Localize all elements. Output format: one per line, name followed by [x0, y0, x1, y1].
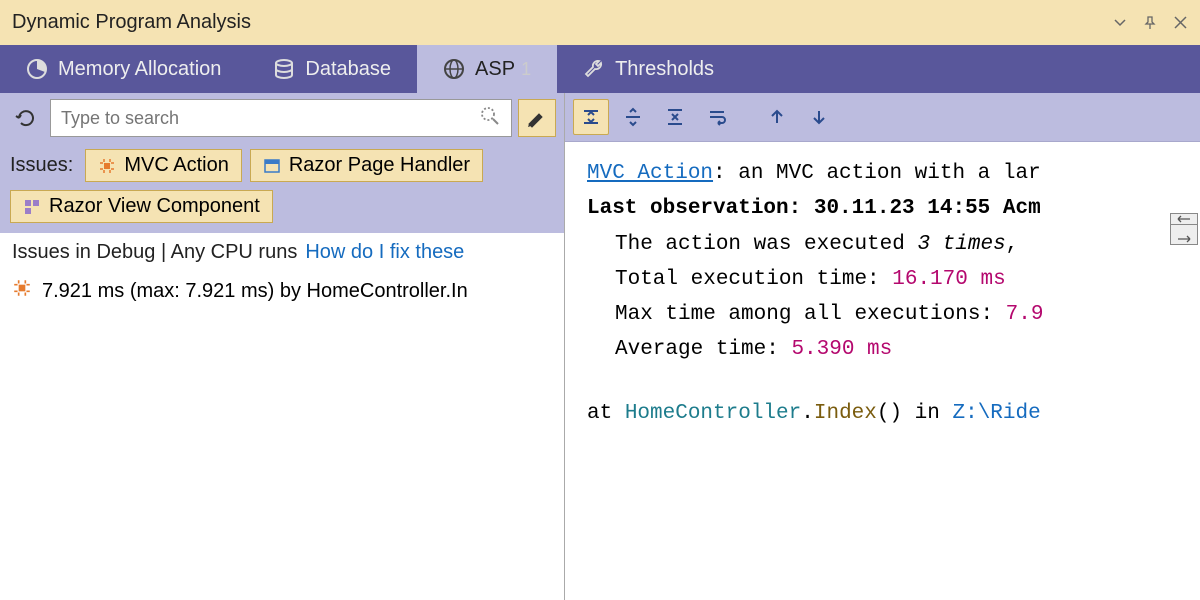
list-header: Issues in Debug | Any CPU runs How do I … — [0, 233, 564, 272]
tab-database[interactable]: Database — [247, 45, 417, 93]
detail-pane: MVC Action: an MVC action with a lar Las… — [565, 142, 1200, 431]
list-header-text: Issues in Debug | Any CPU runs — [12, 241, 297, 264]
detail-observation: Last observation: 30.11.23 14:55 Acm — [587, 191, 1192, 226]
tab-label: Database — [305, 58, 391, 81]
tab-thresholds[interactable]: Thresholds — [557, 45, 740, 93]
filter-razor-view-component[interactable]: Razor View Component — [10, 190, 273, 223]
filter-bar: Issues: MVC Action Razor Page Handler Ra… — [0, 143, 564, 233]
pin-icon[interactable] — [1142, 15, 1158, 31]
help-link[interactable]: How do I fix these — [305, 241, 464, 264]
tab-asp[interactable]: ASP 1 — [417, 45, 557, 93]
dropdown-icon[interactable] — [1112, 15, 1128, 31]
wrench-icon — [583, 58, 605, 80]
globe-icon — [443, 58, 465, 80]
database-icon — [273, 58, 295, 80]
tab-label: Thresholds — [615, 58, 714, 81]
title-bar: Dynamic Program Analysis — [0, 0, 1200, 45]
tab-badge: 1 — [521, 59, 531, 80]
highlighter-button[interactable] — [518, 99, 556, 137]
detail-max-time: Max time among all executions: 7.9 — [587, 297, 1192, 332]
chip-label: Razor Page Handler — [289, 154, 470, 177]
detail-total-time: Total execution time: 16.170 ms — [587, 262, 1192, 297]
search-icon[interactable] — [479, 105, 501, 131]
left-panel: Issues: MVC Action Razor Page Handler Ra… — [0, 93, 565, 600]
search-box[interactable] — [50, 99, 512, 137]
tab-label: ASP — [475, 58, 515, 81]
tab-bar: Memory Allocation Database ASP 1 Thresho… — [0, 45, 1200, 93]
target-icon — [12, 278, 32, 304]
wrap-button[interactable] — [699, 99, 735, 135]
filter-razor-page-handler[interactable]: Razor Page Handler — [250, 149, 483, 182]
up-arrow-button[interactable] — [759, 99, 795, 135]
right-toolbar — [565, 93, 1200, 142]
left-toolbar — [0, 93, 564, 143]
close-icon[interactable] — [1172, 15, 1188, 31]
component-icon — [23, 198, 41, 216]
refresh-button[interactable] — [8, 100, 44, 136]
horizontal-scroll-widget[interactable] — [1170, 213, 1198, 245]
window-title: Dynamic Program Analysis — [12, 11, 251, 34]
content-area: Issues: MVC Action Razor Page Handler Ra… — [0, 93, 1200, 600]
detail-exec-count: The action was executed 3 times, — [587, 227, 1192, 262]
collapse-button[interactable] — [573, 99, 609, 135]
right-panel: MVC Action: an MVC action with a lar Las… — [565, 93, 1200, 600]
chip-label: Razor View Component — [49, 195, 260, 218]
expand-all-button[interactable] — [615, 99, 651, 135]
issue-text: 7.921 ms (max: 7.921 ms) by HomeControll… — [42, 280, 468, 303]
chip-label: MVC Action — [124, 154, 228, 177]
mvc-action-link[interactable]: MVC Action — [587, 162, 713, 185]
filters-label: Issues: — [10, 154, 73, 177]
detail-avg-time: Average time: 5.390 ms — [587, 332, 1192, 367]
window-icon — [263, 157, 281, 175]
tab-memory-allocation[interactable]: Memory Allocation — [0, 45, 247, 93]
search-input[interactable] — [61, 108, 479, 129]
tab-label: Memory Allocation — [58, 58, 221, 81]
detail-stack-line: at HomeController.Index() in Z:\Ride — [587, 396, 1192, 431]
detail-line-1: MVC Action: an MVC action with a lar — [587, 156, 1192, 191]
target-icon — [98, 157, 116, 175]
issue-list-item[interactable]: 7.921 ms (max: 7.921 ms) by HomeControll… — [0, 272, 564, 310]
collapse-all-button[interactable] — [657, 99, 693, 135]
down-arrow-button[interactable] — [801, 99, 837, 135]
pie-chart-icon — [26, 58, 48, 80]
scroll-right-icon — [1177, 234, 1191, 244]
scroll-left-icon — [1177, 214, 1191, 224]
filter-mvc-action[interactable]: MVC Action — [85, 149, 241, 182]
window-controls — [1112, 15, 1188, 31]
